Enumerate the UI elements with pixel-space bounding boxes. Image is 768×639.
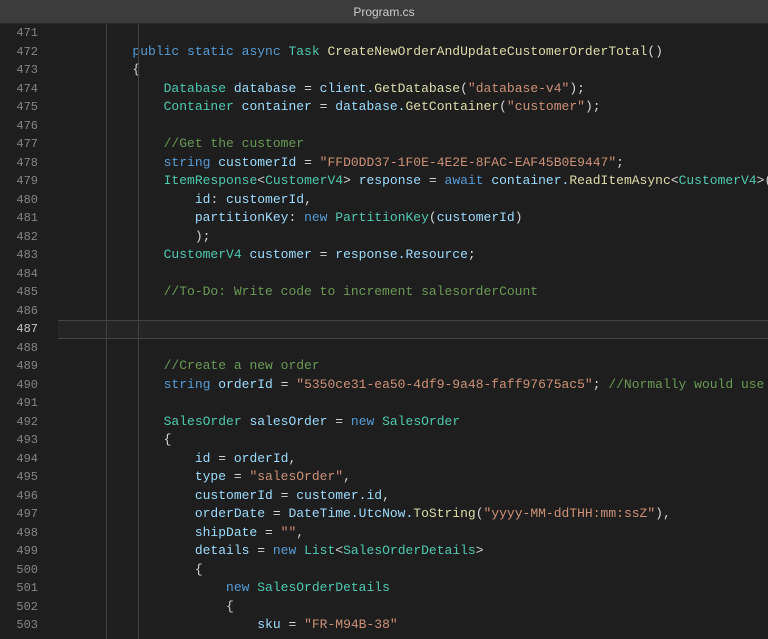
line-number: 474 (0, 80, 38, 99)
code-line[interactable]: new SalesOrderDetails (70, 579, 768, 598)
line-number: 500 (0, 561, 38, 580)
line-number: 483 (0, 246, 38, 265)
code-line[interactable]: Container container = database.GetContai… (70, 98, 768, 117)
line-number-gutter: 4714724734744754764774784794804814824834… (0, 24, 48, 639)
code-line[interactable]: id = orderId, (70, 450, 768, 469)
line-number: 481 (0, 209, 38, 228)
code-line[interactable]: { (70, 561, 768, 580)
code-line[interactable]: Database database = client.GetDatabase("… (70, 80, 768, 99)
code-line[interactable]: { (70, 431, 768, 450)
code-line[interactable]: //To-Do: Write code to increment salesor… (70, 283, 768, 302)
code-line[interactable]: CustomerV4 customer = response.Resource; (70, 246, 768, 265)
code-line[interactable]: //Create a new order (70, 357, 768, 376)
line-number: 491 (0, 394, 38, 413)
titlebar: Program.cs (0, 0, 768, 24)
code-line[interactable]: public static async Task CreateNewOrderA… (70, 43, 768, 62)
line-number: 480 (0, 191, 38, 210)
line-number: 484 (0, 265, 38, 284)
code-line[interactable] (70, 302, 768, 321)
line-number: 502 (0, 598, 38, 617)
code-line[interactable]: details = new List<SalesOrderDetails> (70, 542, 768, 561)
line-number: 487 (0, 320, 38, 339)
line-number: 473 (0, 61, 38, 80)
line-number: 485 (0, 283, 38, 302)
line-number: 494 (0, 450, 38, 469)
code-line[interactable]: SalesOrder salesOrder = new SalesOrder (70, 413, 768, 432)
line-number: 499 (0, 542, 38, 561)
glyph-margin (48, 24, 58, 639)
line-number: 495 (0, 468, 38, 487)
line-number: 501 (0, 579, 38, 598)
line-number: 488 (0, 339, 38, 358)
line-number: 477 (0, 135, 38, 154)
line-number: 486 (0, 302, 38, 321)
line-number: 493 (0, 431, 38, 450)
indent-guide (106, 24, 107, 639)
code-line[interactable]: ItemResponse<CustomerV4> response = awai… (70, 172, 768, 191)
code-line[interactable] (70, 117, 768, 136)
code-line[interactable]: shipDate = "", (70, 524, 768, 543)
code-line[interactable]: customerId = customer.id, (70, 487, 768, 506)
code-line[interactable]: //Get the customer (70, 135, 768, 154)
line-number: 471 (0, 24, 38, 43)
line-number: 498 (0, 524, 38, 543)
line-number: 476 (0, 117, 38, 136)
code-line[interactable]: { (70, 598, 768, 617)
code-area[interactable]: public static async Task CreateNewOrderA… (58, 24, 768, 639)
titlebar-filename: Program.cs (353, 5, 414, 19)
code-line[interactable] (70, 320, 768, 339)
line-number: 496 (0, 487, 38, 506)
line-number: 497 (0, 505, 38, 524)
line-number: 478 (0, 154, 38, 173)
code-line[interactable] (70, 394, 768, 413)
code-line[interactable]: { (70, 61, 768, 80)
code-line[interactable]: sku = "FR-M94B-38" (70, 616, 768, 635)
code-line[interactable]: partitionKey: new PartitionKey(customerI… (70, 209, 768, 228)
indent-guide (138, 24, 139, 639)
code-line[interactable] (70, 24, 768, 43)
code-line[interactable]: orderDate = DateTime.UtcNow.ToString("yy… (70, 505, 768, 524)
line-number: 492 (0, 413, 38, 432)
code-editor[interactable]: 4714724734744754764774784794804814824834… (0, 24, 768, 639)
line-number: 489 (0, 357, 38, 376)
code-line[interactable]: string customerId = "FFD0DD37-1F0E-4E2E-… (70, 154, 768, 173)
code-line[interactable]: type = "salesOrder", (70, 468, 768, 487)
code-line[interactable]: ); (70, 228, 768, 247)
line-number: 503 (0, 616, 38, 635)
line-number: 490 (0, 376, 38, 395)
code-line[interactable]: string orderId = "5350ce31-ea50-4df9-9a4… (70, 376, 768, 395)
line-number: 472 (0, 43, 38, 62)
line-number: 482 (0, 228, 38, 247)
code-line[interactable] (70, 339, 768, 358)
line-number: 479 (0, 172, 38, 191)
code-line[interactable]: id: customerId, (70, 191, 768, 210)
code-line[interactable] (70, 265, 768, 284)
line-number: 475 (0, 98, 38, 117)
